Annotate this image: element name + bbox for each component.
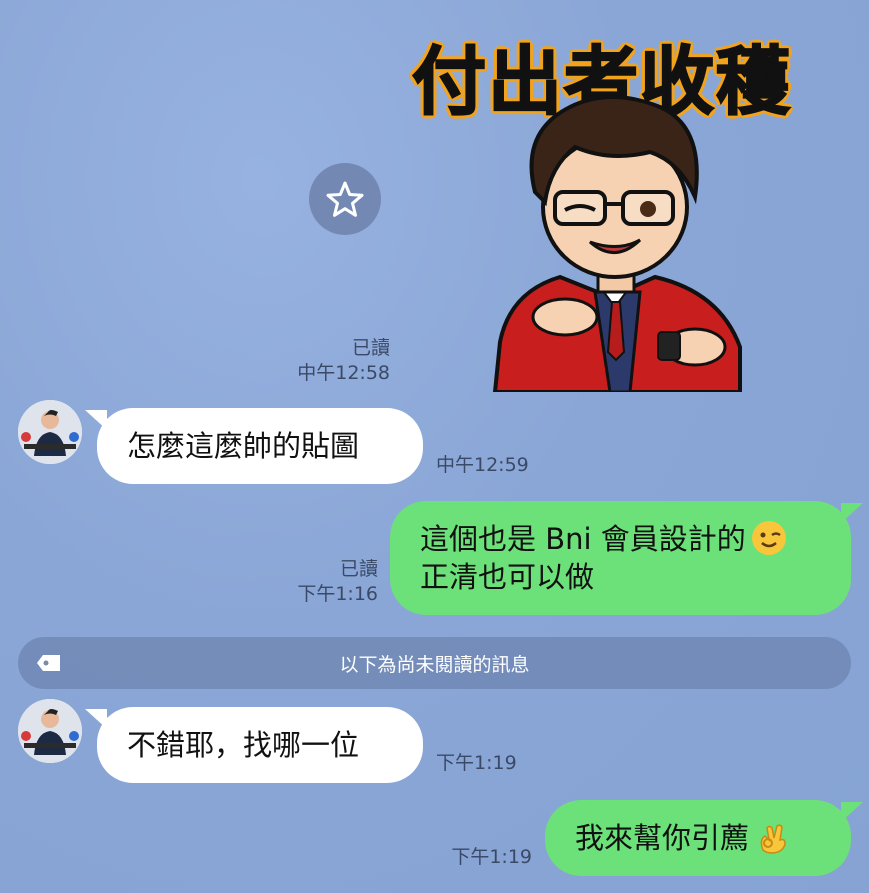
unread-divider-label: 以下為尚未閱讀的訊息 (339, 654, 530, 676)
message-text: 怎麼這麼帥的貼圖 (127, 429, 360, 463)
incoming-message-bubble[interactable]: 怎麼這麼帥的貼圖 (85, 408, 423, 484)
person-avatar-icon (18, 400, 82, 464)
message-timestamp: 下午1:19 (451, 846, 532, 868)
message-text: 不錯耶，找哪一位 (127, 728, 360, 762)
person-avatar-icon (18, 699, 82, 763)
favorite-sticker-button[interactable] (309, 163, 381, 235)
star-icon (326, 181, 364, 217)
sticker-read-status: 已讀 (351, 337, 390, 359)
outgoing-message-bubble[interactable]: 這個也是 Bni 會員設計的 正清也可以做 (390, 501, 863, 615)
contact-avatar[interactable] (18, 400, 82, 464)
winking-face-icon (751, 521, 786, 555)
message-text-line-2: 正清也可以做 (420, 560, 595, 594)
message-read-status: 已讀 (339, 558, 378, 580)
outgoing-message-bubble[interactable]: 我來幫你引薦 (545, 800, 863, 876)
message-timestamp: 下午1:19 (436, 752, 517, 774)
message-timestamp: 下午1:16 (297, 583, 378, 605)
sticker-timestamp: 中午12:58 (297, 362, 390, 384)
ok-hand-icon (755, 820, 789, 854)
boy-character-sticker (492, 95, 742, 392)
message-text: 我來幫你引薦 (575, 821, 750, 855)
contact-avatar[interactable] (18, 699, 82, 763)
message-text: 這個也是 Bni 會員設計的 (420, 522, 746, 556)
incoming-message-bubble[interactable]: 不錯耶，找哪一位 (85, 707, 423, 783)
message-timestamp: 中午12:59 (436, 454, 529, 476)
sticker-message[interactable]: 付出者收穫 (405, 10, 855, 395)
unread-divider: 以下為尚未閱讀的訊息 (18, 637, 851, 689)
